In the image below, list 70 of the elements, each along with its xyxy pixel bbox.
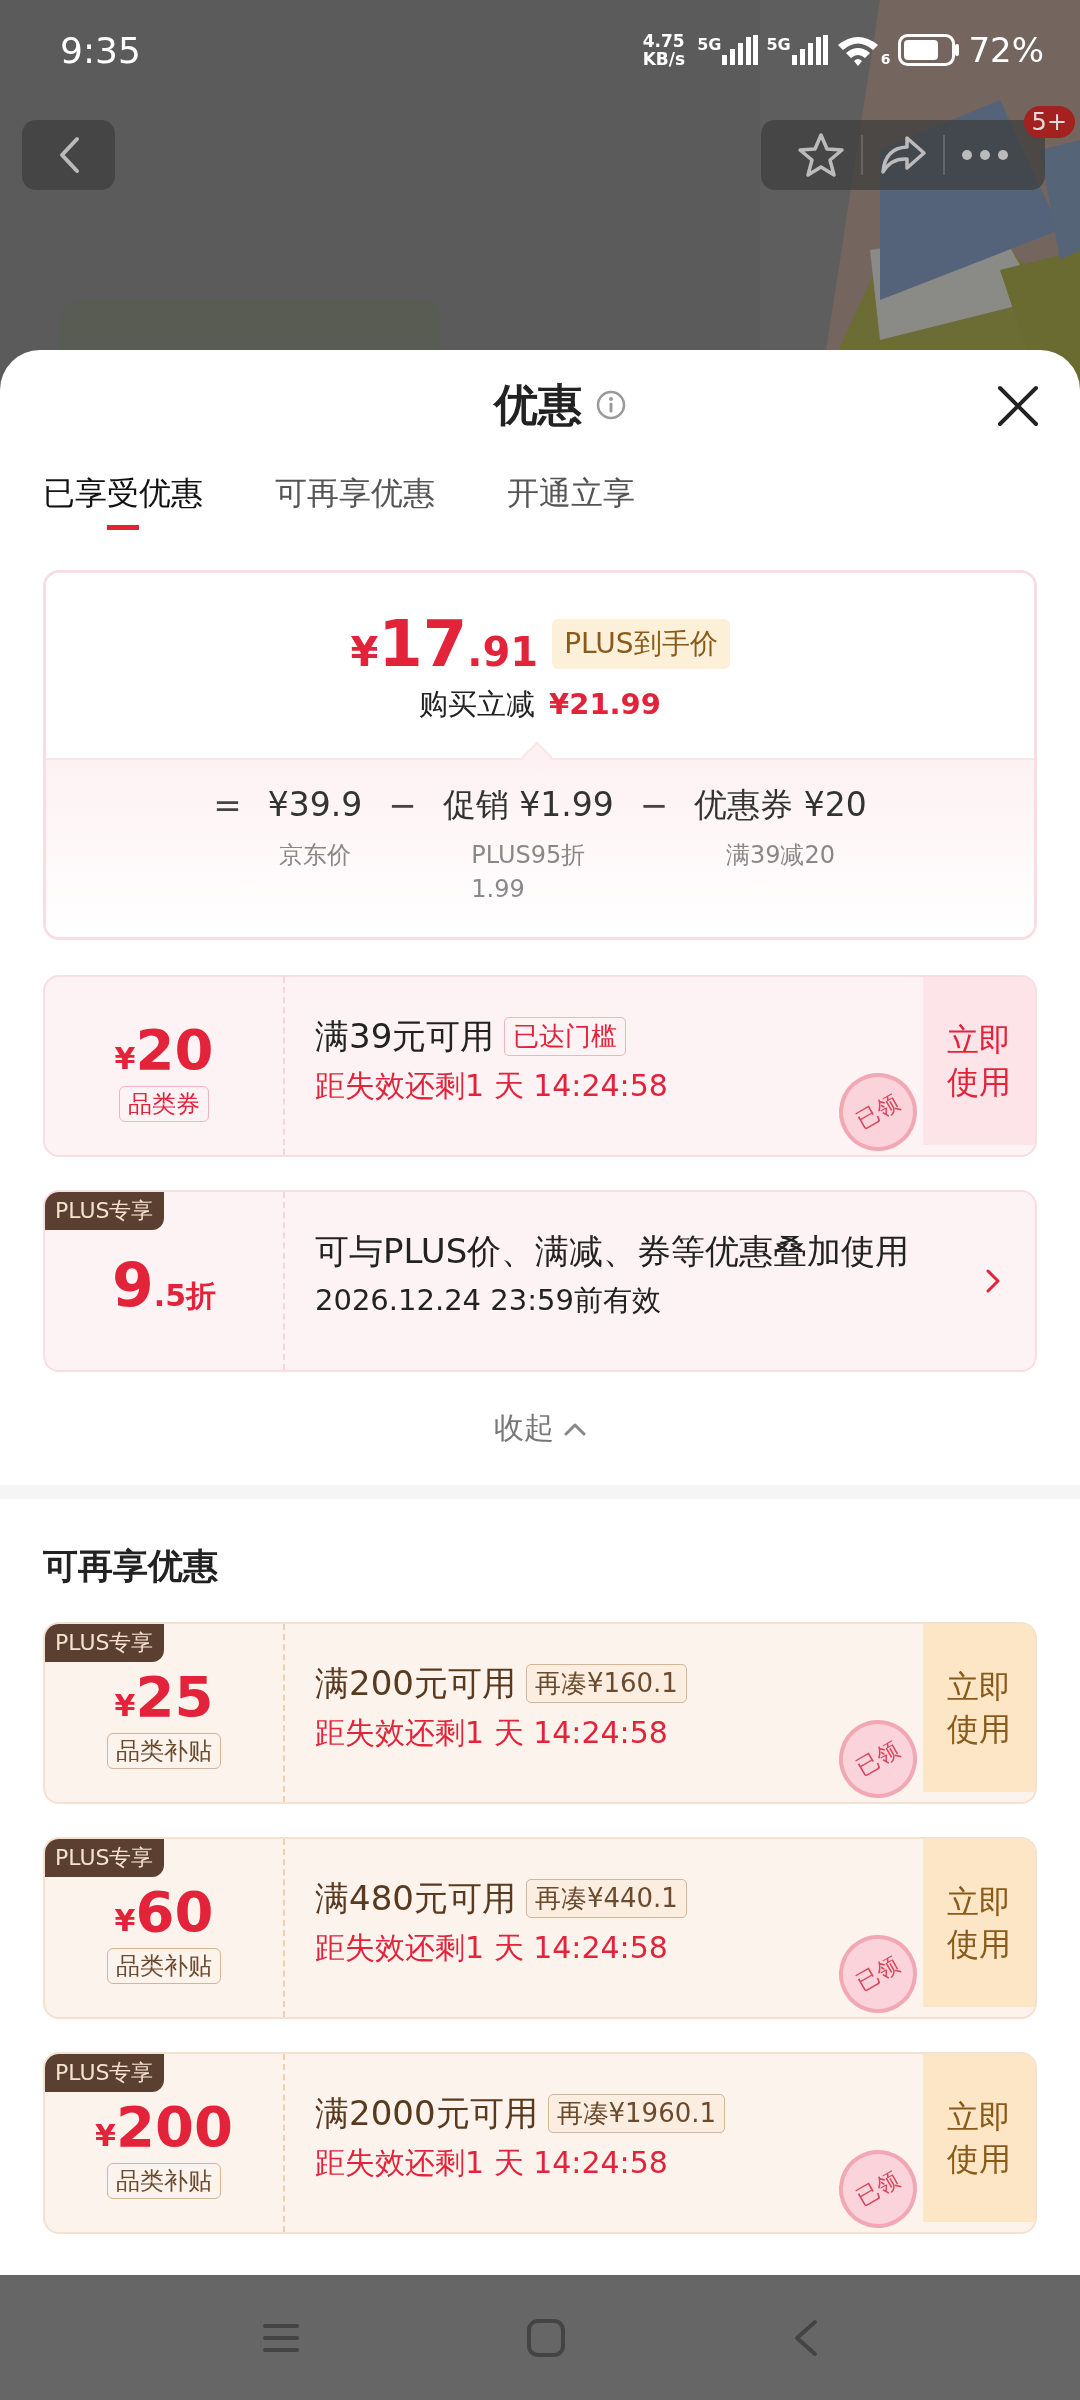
breakdown-note: 满39减20 — [725, 840, 835, 871]
saving-amount: ¥21.99 — [549, 686, 661, 721]
network-type: 5G — [697, 35, 722, 54]
section-title: 可再享优惠 — [42, 1545, 219, 1588]
breakdown-note: 京东价 — [279, 840, 351, 871]
plus-badge: PLUS专享 — [45, 2054, 164, 2092]
plus-badge: PLUS专享 — [45, 1624, 164, 1662]
network-type: 5G — [766, 35, 791, 54]
coupon-amount: ¥200 — [95, 2095, 233, 2159]
signal-icon — [722, 35, 759, 65]
plus-badge: PLUS专享 — [45, 1192, 164, 1230]
saving-label: 购买立减 — [419, 685, 536, 723]
wifi-band-label: 6 — [880, 51, 891, 67]
network-speed: KB/s — [642, 50, 686, 68]
countdown-text: 距失效还剩1 天 14:24:58 — [315, 1066, 668, 1105]
operator-sign: = — [213, 784, 242, 827]
collapse-button[interactable]: 收起 — [494, 1408, 586, 1449]
plus-badge: PLUS专享 — [45, 1839, 164, 1877]
chevron-right-icon[interactable] — [985, 1268, 1001, 1294]
coupon-condition: 满39元可用 — [315, 1014, 495, 1058]
discount-description: 可与PLUS价、满减、券等优惠叠加使用 — [315, 1230, 911, 1273]
breakdown-amount: 促销 ¥1.99 — [442, 784, 614, 826]
battery-percent: 72% — [968, 30, 1044, 70]
tab[interactable]: 开通立享 — [507, 460, 635, 530]
clock-time: 9:35 — [60, 29, 141, 71]
discount-value: 9.5折 — [112, 1250, 216, 1320]
countdown-text: 距失效还剩1 天 14:24:58 — [315, 1713, 668, 1752]
tab[interactable]: 已享受优惠 — [43, 460, 203, 530]
signal-icon — [791, 35, 828, 65]
countdown-text: 距失效还剩1 天 14:24:58 — [315, 2143, 668, 2182]
coupon-amount: ¥25 — [114, 1665, 214, 1729]
star-icon — [797, 132, 845, 178]
operator-sign: − — [388, 784, 417, 827]
threshold-tag: 再凑¥440.1 — [525, 1879, 687, 1918]
coupon-type: 品类补贴 — [107, 1948, 221, 1984]
breakdown-amount: 优惠券 ¥20 — [694, 784, 867, 826]
coupon-type: 品类补贴 — [107, 2163, 221, 2199]
coupon-amount: ¥20 — [114, 1018, 214, 1082]
coupon-type: 品类补贴 — [107, 1733, 221, 1769]
battery-icon — [898, 34, 961, 66]
coupon-condition: 满200元可用 — [315, 1661, 516, 1705]
threshold-tag: 再凑¥160.1 — [525, 1664, 687, 1703]
final-price: ¥17.91 — [350, 606, 539, 681]
coupon-condition: 满480元可用 — [315, 1876, 516, 1920]
breakdown-note: PLUS95折 — [471, 840, 586, 871]
use-now-button[interactable]: 立即使用 — [923, 977, 1035, 1145]
notification-badge: 5+ — [1023, 106, 1075, 138]
coupon-condition: 满2000元可用 — [315, 2091, 538, 2135]
countdown-text: 距失效还剩1 天 14:24:58 — [315, 1928, 668, 1967]
operator-sign: − — [639, 784, 669, 827]
more-icon — [961, 149, 1009, 161]
threshold-tag: 再凑¥1960.1 — [547, 2094, 726, 2133]
threshold-tag: 已达门槛 — [504, 1017, 627, 1056]
breakdown-amount: ¥39.9 — [267, 784, 363, 826]
use-now-button[interactable]: 立即使用 — [923, 2054, 1035, 2222]
price-label: PLUS到手价 — [552, 618, 730, 669]
validity-text: 2026.12.24 23:59前有效 — [315, 1282, 662, 1319]
tab[interactable]: 可再享优惠 — [275, 460, 435, 530]
info-icon[interactable] — [596, 390, 626, 420]
back-button[interactable] — [22, 120, 115, 190]
use-now-button[interactable]: 立即使用 — [923, 1839, 1035, 2007]
caret-up-icon — [564, 1421, 586, 1436]
coupon-type: 品类券 — [119, 1086, 209, 1122]
network-speed: 4.75 — [642, 32, 686, 50]
share-icon — [879, 134, 927, 176]
coupon-amount: ¥60 — [114, 1880, 214, 1944]
sheet-title: 优惠 — [494, 377, 582, 432]
use-now-button[interactable]: 立即使用 — [923, 1624, 1035, 1792]
close-button[interactable] — [996, 384, 1040, 428]
breakdown-note: 1.99 — [471, 874, 525, 905]
